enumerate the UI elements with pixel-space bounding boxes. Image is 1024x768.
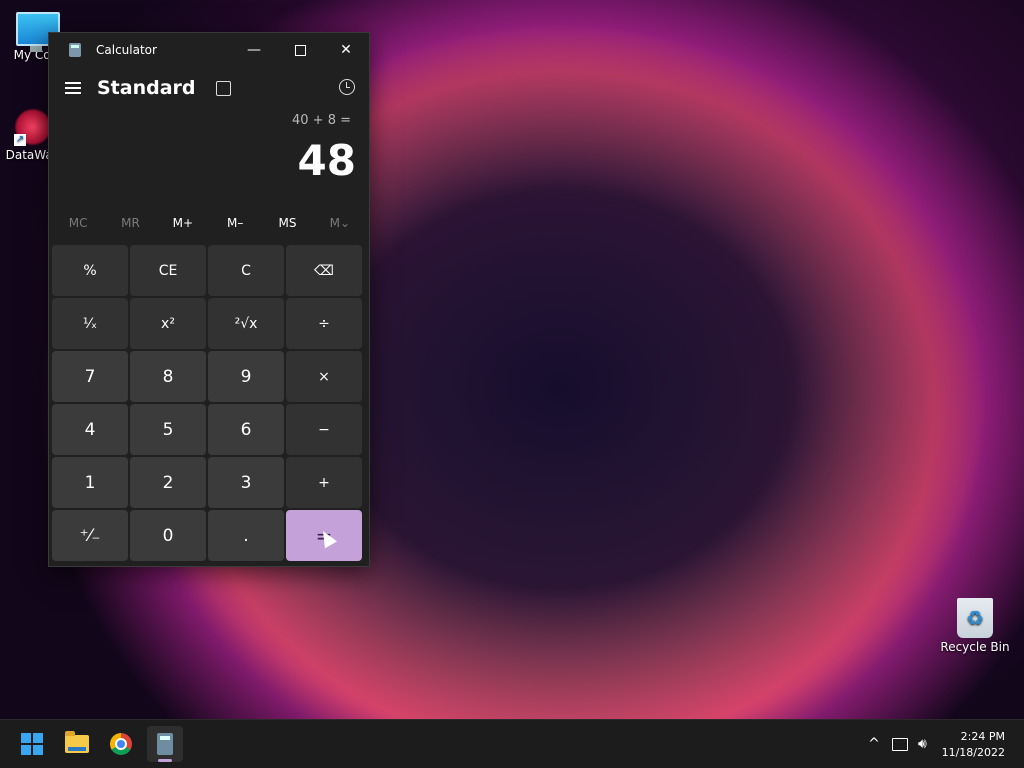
memory-recall-button[interactable]: MR [104,205,156,241]
desktop-icon-recycle-bin[interactable]: ♻ Recycle Bin [938,598,1012,654]
file-explorer-icon [65,731,89,753]
digit-8-button[interactable]: 8 [130,351,206,402]
divide-button[interactable]: ÷ [286,298,362,349]
digit-2-button[interactable]: 2 [130,457,206,508]
recycle-bin-icon: ♻ [957,598,993,638]
file-explorer-button[interactable] [59,726,95,762]
memory-add-button[interactable]: M+ [157,205,209,241]
clear-button[interactable]: C [208,245,284,296]
digit-5-button[interactable]: 5 [130,404,206,455]
subtract-button[interactable]: − [286,404,362,455]
close-button[interactable]: ✕ [323,33,369,67]
digit-3-button[interactable]: 3 [208,457,284,508]
shortcut-arrow-icon: ↗ [14,134,26,146]
calculator-icon [157,733,173,755]
minimize-icon: — [247,42,261,58]
memory-row: MC MR M+ M– MS M⌄ [49,205,369,241]
digit-6-button[interactable]: 6 [208,404,284,455]
square-root-button[interactable]: ²√x [208,298,284,349]
memory-list-button[interactable]: M⌄ [314,205,366,241]
maximize-icon [294,44,306,56]
clock[interactable]: 2:24 PM 11/18/2022 [942,729,1005,761]
calculator-window: Calculator — ✕ Standard 40 + 8 = 48 MC M… [48,32,370,567]
backspace-button[interactable]: ⌫ [286,245,362,296]
percent-button[interactable]: % [52,245,128,296]
square-button[interactable]: x² [130,298,206,349]
system-tray: ^ 🔊︎ [864,720,927,768]
taskbar: ^ 🔊︎ 2:24 PM 11/18/2022 [0,719,1024,768]
start-icon [21,733,43,755]
minimize-button[interactable]: — [231,33,277,67]
memory-subtract-button[interactable]: M– [209,205,261,241]
calculator-app-icon [69,43,81,57]
mode-title: Standard [97,77,196,99]
memory-store-button[interactable]: MS [261,205,313,241]
clock-time: 2:24 PM [960,730,1005,743]
keypad: % CE C ⌫ ¹⁄ₓ x² ²√x ÷ 7 8 9 × 4 5 6 − 1 … [52,245,362,561]
chrome-icon [110,733,132,755]
chrome-button[interactable] [103,726,139,762]
add-button[interactable]: + [286,457,362,508]
network-icon[interactable] [892,737,908,751]
negate-button[interactable]: ⁺⁄₋ [52,510,128,561]
clock-date: 11/18/2022 [941,746,1005,759]
history-icon[interactable] [339,79,355,95]
start-button[interactable] [14,726,50,762]
digit-4-button[interactable]: 4 [52,404,128,455]
close-icon: ✕ [340,42,352,58]
expression-display: 40 + 8 = [292,113,351,128]
result-display: 48 [297,136,356,185]
memory-clear-button[interactable]: MC [52,205,104,241]
menu-icon[interactable] [65,82,81,94]
calculator-taskbar-button[interactable] [147,726,183,762]
digit-0-button[interactable]: 0 [130,510,206,561]
keep-on-top-icon[interactable] [215,80,231,96]
desktop-icon-label: Recycle Bin [940,640,1010,654]
clear-entry-button[interactable]: CE [130,245,206,296]
window-title: Calculator [96,43,157,57]
digit-7-button[interactable]: 7 [52,351,128,402]
decimal-button[interactable]: . [208,510,284,561]
datawag-icon: ↗ [14,108,52,146]
title-bar[interactable]: Calculator — ✕ [49,33,369,67]
digit-9-button[interactable]: 9 [208,351,284,402]
calculator-header: Standard [49,67,369,109]
multiply-button[interactable]: × [286,351,362,402]
show-hidden-icons-button[interactable]: ^ [864,736,884,752]
maximize-button[interactable] [277,33,323,67]
digit-1-button[interactable]: 1 [52,457,128,508]
volume-icon[interactable]: 🔊︎ [918,736,927,752]
reciprocal-button[interactable]: ¹⁄ₓ [52,298,128,349]
